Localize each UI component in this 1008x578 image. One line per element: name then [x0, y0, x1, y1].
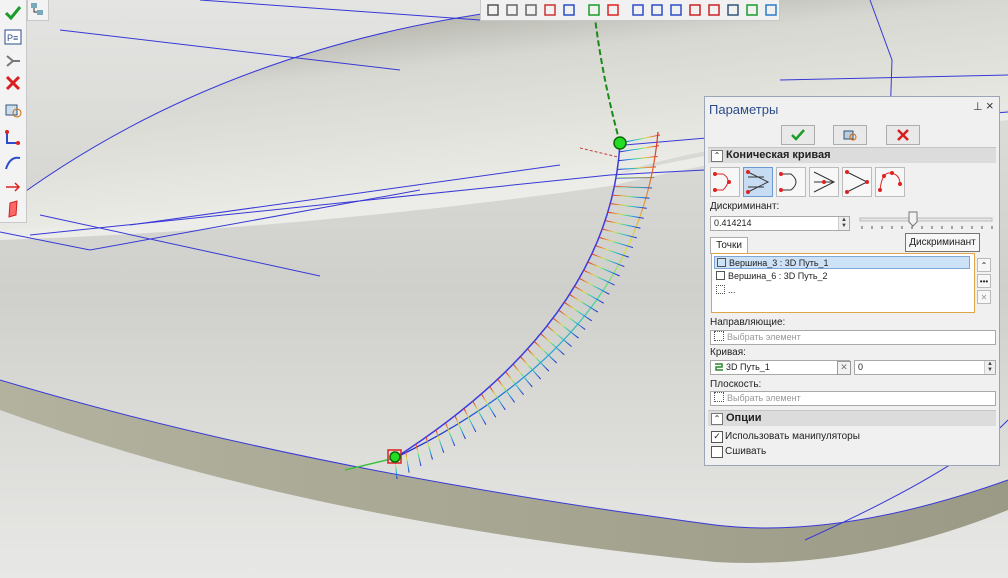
- list-item[interactable]: Вершина_3 : 3D Путь_1: [714, 256, 970, 269]
- conic-five-points-icon: [878, 171, 902, 192]
- remove-button[interactable]: ✕: [977, 290, 991, 304]
- conic-point-tangent-point-icon: [713, 172, 731, 192]
- curve-label: Кривая:: [710, 347, 746, 358]
- curve-input[interactable]: 3D Путь_1: [710, 360, 850, 375]
- mode-five-points-button[interactable]: [875, 167, 905, 197]
- mode-three-tangents-button[interactable]: [743, 167, 773, 197]
- conic-two-lines-icon: [779, 172, 797, 192]
- conic-parabola-icon: [813, 171, 836, 193]
- cross-icon[interactable]: [2, 72, 24, 94]
- parameters-icon[interactable]: P≡: [2, 26, 24, 48]
- solid-icon[interactable]: [724, 1, 741, 18]
- check-icon[interactable]: [2, 2, 24, 24]
- conic-tangent-lines-icon: [845, 170, 869, 194]
- points-list[interactable]: Вершина_3 : 3D Путь_1 Вершина_6 : 3D Путь…: [711, 253, 975, 313]
- vertex-icon: [717, 258, 726, 267]
- select-icon[interactable]: [541, 1, 558, 18]
- check-filter-icon[interactable]: [585, 1, 602, 18]
- select-element-icon: [714, 392, 724, 402]
- move-up-button[interactable]: ⌃: [977, 258, 991, 272]
- vertex-icon: [716, 271, 725, 280]
- pin-icon[interactable]: ⊥: [973, 100, 983, 113]
- curve-parameter-input[interactable]: 0 ▲ ▼: [854, 360, 996, 375]
- guides-input[interactable]: Выбрать элемент: [710, 330, 996, 345]
- axis-select-icon[interactable]: [560, 1, 577, 18]
- section-options[interactable]: ⌃ Опции: [708, 410, 996, 426]
- select-element-icon: [716, 285, 725, 294]
- conic-three-tangents-icon: [746, 170, 770, 194]
- slider-thumb[interactable]: [908, 211, 918, 227]
- clear-curve-button[interactable]: ✕: [837, 361, 851, 375]
- plane-input[interactable]: Выбрать элемент: [710, 391, 996, 406]
- preview-button[interactable]: [833, 125, 867, 145]
- mode-point-tangent-point-button[interactable]: [710, 167, 740, 197]
- panel-title: Параметры: [709, 102, 779, 117]
- select-element-icon: [714, 331, 724, 341]
- ok-button[interactable]: [781, 125, 815, 145]
- face2-icon[interactable]: [705, 1, 722, 18]
- spin-arrows-icon[interactable]: ▲ ▼: [984, 361, 995, 374]
- discriminant-label: Дискриминант:: [710, 201, 780, 212]
- section-title: Коническая кривая: [726, 149, 831, 161]
- list-item[interactable]: Вершина_6 : 3D Путь_2: [714, 270, 970, 283]
- svg-text:P≡: P≡: [7, 33, 18, 43]
- cross-icon: [897, 129, 909, 141]
- tree-icon: [31, 3, 43, 15]
- parameters-panel: Параметры ⊥ × ⌃ Коническая кривая Дискри…: [704, 96, 1000, 466]
- filter2-icon[interactable]: [503, 1, 520, 18]
- plane-icon[interactable]: [2, 198, 24, 220]
- edge-icon[interactable]: [667, 1, 684, 18]
- body-icon[interactable]: [762, 1, 779, 18]
- cancel-button[interactable]: [886, 125, 920, 145]
- more-button[interactable]: •••: [977, 274, 991, 288]
- coords2-icon[interactable]: [648, 1, 665, 18]
- filter-icon[interactable]: [484, 1, 501, 18]
- use-manipulators-checkbox[interactable]: ✓: [711, 431, 723, 443]
- tab-points[interactable]: Точки: [710, 237, 748, 254]
- stitch-label: Сшивать: [725, 446, 767, 457]
- path-icon[interactable]: [743, 1, 760, 18]
- slider-tooltip: Дискриминант: [905, 233, 980, 252]
- guides-label: Направляющие:: [710, 317, 786, 328]
- collapse-icon[interactable]: ⌃: [711, 150, 723, 162]
- view-icon[interactable]: [2, 98, 24, 120]
- tree-toggle[interactable]: [27, 0, 49, 21]
- discriminant-slider[interactable]: [857, 211, 995, 233]
- discriminant-input[interactable]: 0.414214 ▲ ▼: [710, 216, 850, 231]
- section-conic-curve[interactable]: ⌃ Коническая кривая: [708, 147, 996, 163]
- plane-label: Плоскость:: [710, 379, 762, 390]
- axis-icon[interactable]: [2, 126, 24, 148]
- curve-icon[interactable]: [2, 152, 24, 174]
- check-icon: [791, 129, 805, 141]
- face-icon[interactable]: [686, 1, 703, 18]
- filter3-icon[interactable]: [522, 1, 539, 18]
- list-item[interactable]: ...: [714, 284, 970, 297]
- mode-parabola-button[interactable]: [809, 167, 839, 197]
- use-manipulators-label: Использовать манипуляторы: [725, 431, 860, 442]
- left-toolbar: P≡: [0, 0, 27, 223]
- spin-arrows-icon[interactable]: ▲ ▼: [838, 217, 849, 230]
- preview-icon: [843, 130, 857, 141]
- mode-two-lines-button[interactable]: [776, 167, 806, 197]
- tree-icon[interactable]: [2, 50, 24, 72]
- close-icon[interactable]: ×: [986, 98, 994, 113]
- coords-icon[interactable]: [629, 1, 646, 18]
- arrow-icon[interactable]: [2, 176, 24, 198]
- stitch-checkbox[interactable]: [711, 446, 723, 458]
- mode-tangent-lines-button[interactable]: [842, 167, 872, 197]
- path-icon: [715, 363, 723, 371]
- section-title: Опции: [726, 412, 762, 424]
- collapse-icon[interactable]: ⌃: [711, 413, 723, 425]
- cross-filter-icon[interactable]: [604, 1, 621, 18]
- top-filter-toolbar: [480, 0, 780, 21]
